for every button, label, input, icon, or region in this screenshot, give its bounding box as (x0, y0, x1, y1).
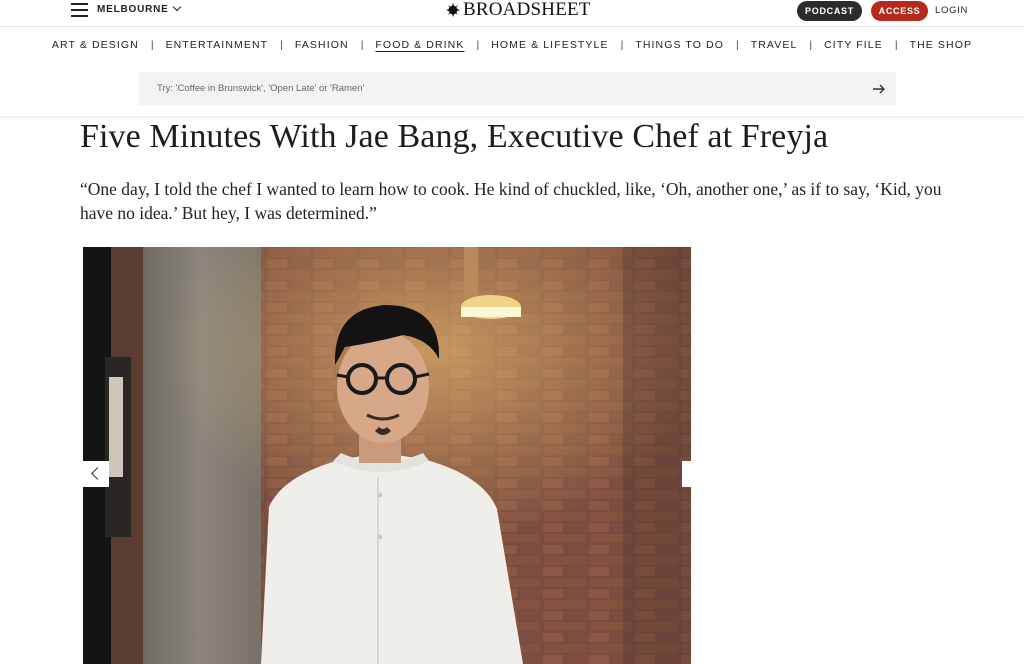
login-link[interactable]: LOGIN (935, 5, 968, 16)
nav-item-travel[interactable]: TRAVEL (751, 39, 798, 51)
access-button[interactable]: ACCESS (871, 1, 928, 21)
nav-separator: | (894, 39, 898, 51)
nav-item-the-shop[interactable]: THE SHOP (910, 39, 972, 51)
search-input[interactable] (157, 72, 847, 105)
nav-item-city-file[interactable]: CITY FILE (824, 39, 883, 51)
search-bar[interactable] (139, 72, 896, 105)
podcast-button[interactable]: PODCAST (797, 1, 862, 21)
city-selector[interactable]: MELBOURNE (97, 2, 181, 15)
carousel-next-button[interactable] (682, 461, 691, 487)
nav-separator: | (360, 39, 364, 51)
nav-item-home-lifestyle[interactable]: HOME & LIFESTYLE (491, 39, 608, 51)
nav-item-things-to-do[interactable]: THINGS TO DO (635, 39, 724, 51)
header-divider (0, 26, 1024, 27)
city-label: MELBOURNE (97, 4, 169, 15)
nav-item-entertainment[interactable]: ENTERTAINMENT (166, 39, 269, 51)
nav-separator: | (735, 39, 739, 51)
nav-separator: | (280, 39, 283, 51)
hero-image (83, 247, 691, 664)
nav-item-fashion[interactable]: FASHION (295, 39, 349, 51)
starburst-logo-icon (446, 3, 460, 17)
nav-item-food-drink[interactable]: FOOD & DRINK (375, 39, 464, 51)
nav-separator: | (476, 39, 480, 51)
hamburger-menu-icon[interactable] (71, 3, 88, 17)
chevron-down-icon (172, 2, 181, 12)
chevron-left-icon[interactable] (83, 461, 109, 487)
top-bar: MELBOURNE BROADSHEET PODCAST ACCESS LOGI… (0, 0, 1024, 26)
nav-item-art-design[interactable]: ART & DESIGN (52, 39, 139, 51)
nav-separator: | (150, 39, 154, 51)
article-dek: “One day, I told the chef I wanted to le… (80, 179, 942, 223)
article-title: Five Minutes With Jae Bang, Executive Ch… (80, 118, 829, 155)
logo-wordmark: BROADSHEET (463, 0, 591, 20)
category-nav: ART & DESIGN | ENTERTAINMENT | FASHION | FOOD … (0, 38, 1024, 52)
nav-separator: | (809, 39, 813, 51)
arrow-right-icon[interactable] (872, 83, 886, 95)
nav-separator: | (620, 39, 624, 51)
site-logo[interactable]: BROADSHEET (446, 0, 591, 20)
